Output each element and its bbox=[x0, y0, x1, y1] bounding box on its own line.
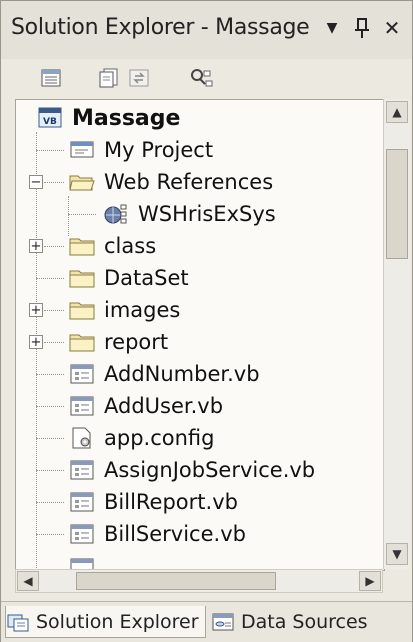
tree-connector-line bbox=[44, 310, 64, 311]
tree-item-label: BillService.vb bbox=[104, 522, 246, 546]
solution-explorer-icon bbox=[7, 614, 29, 631]
vertical-scrollbar[interactable]: ▲ ▼ bbox=[383, 99, 410, 569]
tree-item-label: WSHrisExSys bbox=[138, 202, 276, 226]
tree-item-adduser[interactable]: AddUser.vb bbox=[68, 390, 223, 422]
tree-item-label: AddNumber.vb bbox=[104, 362, 260, 386]
tree-item-dataset[interactable]: DataSet bbox=[68, 262, 189, 294]
tree-item-wshrisexsys[interactable]: WSHrisExSys bbox=[102, 198, 276, 230]
tree-connector-line bbox=[36, 278, 64, 279]
tree-item-label: BillReport.vb bbox=[104, 490, 238, 514]
vb-project-icon: VB bbox=[38, 107, 62, 128]
tree-connector-line bbox=[44, 246, 64, 247]
tab-solution-explorer[interactable]: Solution Explorer bbox=[5, 606, 206, 638]
tree-item-label: Web References bbox=[104, 170, 274, 194]
vertical-scroll-thumb[interactable] bbox=[386, 149, 408, 259]
tree-item-label: AddUser.vb bbox=[104, 394, 224, 418]
solution-tree: VB Massage My Project − Web References W… bbox=[15, 99, 385, 571]
tree-connector-line bbox=[36, 534, 64, 535]
tree-connector-line bbox=[36, 374, 64, 375]
horizontal-scrollbar[interactable]: ◀ ▶ bbox=[15, 569, 383, 593]
vb-form-icon bbox=[70, 492, 94, 512]
tree-root-label: Massage bbox=[72, 105, 181, 131]
tree-connector-line bbox=[36, 132, 37, 570]
tab-data-sources[interactable]: Data Sources bbox=[211, 606, 374, 638]
show-all-files-icon[interactable] bbox=[95, 65, 123, 91]
close-icon[interactable]: ✕ bbox=[379, 15, 405, 41]
tree-item-label: images bbox=[104, 298, 181, 322]
tree-connector-line bbox=[36, 438, 64, 439]
config-file-icon bbox=[72, 427, 91, 449]
expand-toggle[interactable]: + bbox=[29, 303, 43, 317]
tab-label: Data Sources bbox=[241, 611, 368, 633]
vb-form-icon bbox=[70, 460, 94, 480]
tree-item-billreport[interactable]: BillReport.vb bbox=[68, 486, 238, 518]
properties-icon[interactable] bbox=[37, 65, 65, 91]
folder-icon bbox=[69, 334, 95, 352]
class-view-icon[interactable] bbox=[187, 65, 215, 91]
scroll-right-button[interactable]: ▶ bbox=[359, 571, 381, 591]
tree-item-images[interactable]: images bbox=[68, 294, 180, 326]
web-reference-icon bbox=[104, 204, 127, 224]
refresh-icon[interactable] bbox=[125, 65, 153, 91]
scroll-up-button[interactable]: ▲ bbox=[386, 101, 408, 123]
collapse-toggle[interactable]: − bbox=[29, 175, 43, 189]
folder-icon bbox=[69, 302, 95, 320]
toolbar bbox=[1, 59, 412, 97]
panel-tabs: Solution Explorer Data Sources bbox=[1, 601, 412, 642]
tree-item-label: AssignJobService.vb bbox=[104, 458, 316, 482]
tree-connector-line bbox=[44, 182, 64, 183]
vb-form-icon bbox=[70, 524, 94, 544]
scroll-left-button[interactable]: ◀ bbox=[17, 571, 39, 591]
data-sources-icon bbox=[212, 613, 234, 631]
tree-connector-line bbox=[44, 342, 64, 343]
scroll-down-button[interactable]: ▼ bbox=[386, 543, 408, 565]
tree-item-report[interactable]: report bbox=[68, 326, 168, 358]
folder-icon bbox=[69, 270, 95, 288]
tree-item-app-config[interactable]: app.config bbox=[68, 422, 214, 454]
tree-item-label: app.config bbox=[104, 426, 215, 450]
tab-label: Solution Explorer bbox=[36, 610, 199, 633]
vb-form-icon bbox=[70, 364, 94, 384]
tree-connector-line bbox=[68, 214, 96, 215]
tree-item-label: class bbox=[104, 234, 157, 258]
title-bar: Solution Explorer - Massage ▼ ✕ bbox=[1, 1, 412, 60]
tree-item-label: DataSet bbox=[104, 266, 189, 290]
tree-item-assignjobservice[interactable]: AssignJobService.vb bbox=[68, 454, 315, 486]
expand-toggle[interactable]: + bbox=[29, 335, 43, 349]
tree-item-my-project[interactable]: My Project bbox=[68, 134, 213, 166]
horizontal-scroll-thumb[interactable] bbox=[76, 572, 276, 590]
tree-item-billservice[interactable]: BillService.vb bbox=[68, 518, 246, 550]
tree-item-addnumber[interactable]: AddNumber.vb bbox=[68, 358, 260, 390]
tree-connector-line bbox=[36, 470, 64, 471]
vb-form-icon bbox=[70, 396, 94, 416]
expand-toggle[interactable]: + bbox=[29, 239, 43, 253]
tree-item-web-references[interactable]: Web References bbox=[68, 166, 273, 198]
tree-item-label: My Project bbox=[104, 138, 214, 162]
tree-item-label: report bbox=[104, 330, 169, 354]
window-position-dropdown-icon[interactable]: ▼ bbox=[319, 15, 345, 41]
tree-root-item[interactable]: VB Massage bbox=[36, 102, 180, 134]
tree-connector-line bbox=[36, 150, 64, 151]
svg-text:VB: VB bbox=[43, 117, 57, 127]
solution-explorer-panel: Solution Explorer - Massage ▼ ✕ VB Massa… bbox=[0, 0, 413, 642]
pin-icon[interactable] bbox=[349, 15, 375, 41]
tree-item-class[interactable]: class bbox=[68, 230, 156, 262]
my-project-icon bbox=[70, 141, 94, 158]
tree-connector-line bbox=[36, 406, 64, 407]
folder-icon bbox=[69, 238, 95, 256]
tree-connector-line bbox=[36, 502, 64, 503]
folder-open-icon bbox=[69, 175, 95, 191]
panel-title: Solution Explorer - Massage bbox=[11, 15, 310, 40]
